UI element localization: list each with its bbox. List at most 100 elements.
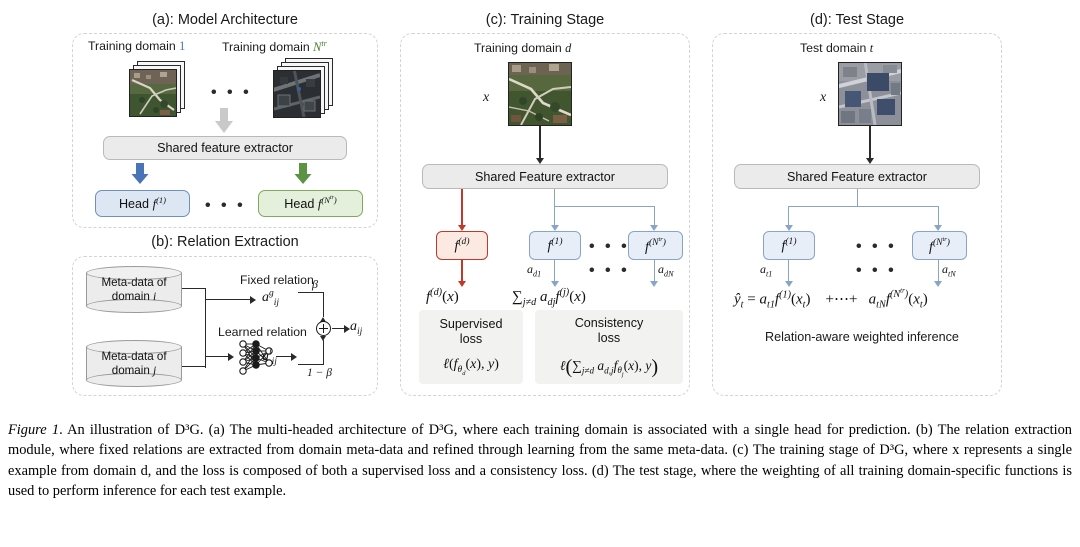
panel-c-supervised-loss-formula: ℓ(fθd(x), y)	[443, 357, 499, 377]
panel-c-head-1[interactable]: f(1)	[529, 231, 581, 260]
panel-c-weight-right: adN	[658, 262, 674, 279]
panel-d-domain-label: Test domain t	[800, 41, 874, 55]
panel-d-blue-arrow-4	[934, 281, 943, 287]
panel-d-head-1[interactable]: f(1)	[763, 231, 815, 260]
panel-b-title: (b): Relation Extraction	[151, 234, 299, 250]
satellite-thumbnail-urban	[273, 70, 321, 118]
panel-a-green-arrow	[293, 163, 313, 185]
panel-d-weight-left: at1	[760, 262, 773, 279]
panel-b-db-j-line1: Meta-data of	[101, 349, 167, 363]
panel-b-wire-to-fixed	[204, 299, 251, 301]
figure-caption-prefix: Figure 1	[8, 422, 60, 438]
panel-b-beta-line-bottom	[298, 364, 324, 366]
panel-c-shared-extractor-label: Shared Feature extractor	[474, 169, 615, 184]
panel-c-head-1-label: f(1)	[547, 236, 563, 254]
panel-c-shared-extractor: Shared Feature extractor	[422, 164, 668, 189]
figure-caption: Figure 1. An illustration of D³G. (a) Th…	[8, 420, 1072, 501]
panel-c-output-right: ∑j≠d adjf(j)(x)	[512, 287, 586, 308]
panel-d-weight-ellipsis: • • •	[856, 262, 897, 279]
panel-c-blue-line-3	[554, 260, 556, 282]
panel-c-red-arrow-2	[457, 281, 466, 287]
panel-c-head-ellipsis: • • •	[589, 238, 630, 255]
panel-d-title: (d): Test Stage	[809, 12, 905, 28]
panel-c-supervised-loss-title: Supervised loss	[439, 317, 503, 347]
panel-b-wire-i-h	[182, 288, 206, 290]
panel-d-shared-extractor-label: Shared Feature extractor	[786, 169, 927, 184]
panel-c-red-line	[461, 189, 463, 226]
panel-c-consistency-loss-title: Consistency loss	[574, 315, 644, 345]
panel-b-arrow-fixed	[250, 295, 256, 304]
panel-c-weight-left: ad1	[527, 262, 542, 279]
panel-c-consistency-loss-box: Consistency loss ℓ(∑j≠d ad,jfθj(x), y)	[535, 310, 683, 384]
panel-a-head-1[interactable]: Head f(1)	[95, 190, 190, 217]
panel-a-gray-arrow	[213, 108, 235, 134]
panel-a-title: (a): Model Architecture	[152, 12, 298, 28]
panel-c-title: (c): Training Stage	[485, 12, 605, 28]
panel-d-weight-right: atN	[942, 262, 956, 279]
panel-b-a-learned: alij	[262, 347, 277, 367]
panel-c-head-d-label: f(d)	[454, 236, 470, 254]
panel-a-head-ellipsis: • • •	[205, 197, 246, 214]
panel-a-shared-extractor: Shared feature extractor	[103, 136, 347, 160]
panel-c-head-N-label: f(Ntr)	[645, 235, 666, 255]
panel-d-head-N-label: f(Ntr)	[929, 235, 950, 255]
figure-canvas: (a): Model Architecture Training domain …	[0, 0, 1080, 410]
panel-b-learned-relation-label: Learned relation	[218, 325, 307, 339]
panel-a-head-N[interactable]: Head f(Ntr)	[258, 190, 363, 217]
panel-c-satellite-thumbnail	[508, 62, 572, 126]
panel-b-beta-v-top	[322, 292, 324, 317]
panel-b-arrow-mlp-out	[291, 352, 297, 361]
panel-b-a-fixed: agij	[262, 288, 280, 308]
panel-b-sum-operator	[316, 321, 331, 336]
panel-a-domain-right-label: Training domain Ntr	[222, 39, 327, 55]
panel-c-blue-line-4	[653, 260, 655, 282]
panel-a-head-N-label: Head f(Ntr)	[284, 194, 337, 212]
panel-d-blue-line-3	[788, 260, 790, 282]
panel-c-head-N[interactable]: f(Ntr)	[628, 231, 683, 260]
panel-d-head-1-label: f(1)	[781, 236, 797, 254]
panel-b-wire-mlp-out	[276, 356, 292, 358]
panel-d-head-ellipsis: • • •	[856, 238, 897, 255]
panel-b-beta-label: β	[312, 277, 318, 291]
panel-a-domain-left-label: Training domain 1	[88, 39, 185, 54]
panel-c-head-d[interactable]: f(d)	[436, 231, 488, 260]
panel-b-beta-v-bottom	[322, 340, 324, 365]
panel-b-db-domain-j: Meta-data of domain j	[86, 340, 182, 387]
panel-d-input-label: x	[820, 90, 827, 105]
panel-d-shared-extractor: Shared Feature extractor	[734, 164, 980, 189]
panel-c-input-line	[539, 126, 541, 159]
panel-b-wire-j-h	[182, 366, 206, 368]
panel-b-db-j-line2: domain j	[111, 363, 157, 377]
panel-c-red-line-2	[461, 260, 463, 282]
panel-d-inference-caption: Relation-aware weighted inference	[765, 330, 959, 344]
panel-a-domain-left-text: Training domain	[88, 39, 176, 53]
panel-d-blue-line-4	[937, 260, 939, 282]
panel-a-domain-left-index: 1	[179, 39, 186, 53]
panel-b-arrow-mlp	[228, 352, 234, 361]
panel-b-wire-to-mlp	[204, 356, 229, 358]
panel-d-inference-formula: ŷt = at1f(1)(xt) +⋯+ atNf(Ntr)(xt)	[734, 288, 928, 311]
panel-c-output-left: f(d)(x)	[426, 287, 459, 305]
panel-d-blue-bus	[788, 206, 939, 208]
panel-c-input-label: x	[483, 90, 490, 105]
panel-b-one-minus-beta-label: 1 − β	[307, 367, 332, 379]
panel-a-domain-right-sup: tr	[321, 39, 327, 48]
panel-d-head-N[interactable]: f(Ntr)	[912, 231, 967, 260]
panel-a-domain-right-text: Training domain	[222, 40, 310, 55]
panel-c-domain-label: Training domain d	[474, 41, 572, 55]
panel-c-blue-drop-2	[653, 206, 655, 226]
panel-c-blue-arrow-4	[650, 281, 659, 287]
panel-b-db-i-line2: domain i	[111, 289, 157, 303]
panel-b-beta-line-top	[298, 292, 324, 294]
panel-c-blue-drop-1	[554, 206, 556, 226]
panel-a-blue-arrow	[130, 163, 150, 185]
figure-caption-text: . An illustration of D³G. (a) The multi-…	[8, 422, 1072, 499]
panel-d-blue-drop-2	[937, 206, 939, 226]
panel-b-fixed-relation-label: Fixed relation	[240, 273, 314, 287]
panel-a-head-1-label: Head f(1)	[118, 194, 167, 212]
satellite-thumbnail-rural	[129, 69, 177, 117]
panel-b-a-out: aij	[350, 319, 363, 337]
panel-a-ellipsis: • • •	[211, 84, 252, 101]
panel-d-input-line	[869, 126, 871, 159]
panel-c-supervised-loss-box: Supervised loss ℓ(fθd(x), y)	[419, 310, 523, 384]
